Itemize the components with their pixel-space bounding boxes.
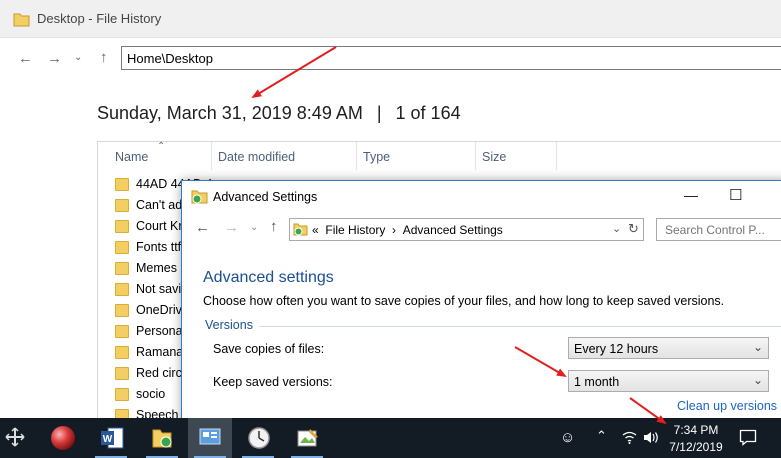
folder-icon <box>115 199 129 212</box>
folder-icon <box>115 178 129 191</box>
backup-date-header: Sunday, March 31, 2019 8:49 AM | 1 of 164 <box>97 103 461 124</box>
file-history-navbar: ← → ⌄ ↑ Home\Desktop <box>0 38 781 80</box>
keep-versions-value: 1 month <box>574 375 620 389</box>
column-header-date-modified[interactable]: Date modified <box>212 142 357 170</box>
breadcrumb-overflow[interactable]: « <box>312 223 319 237</box>
search-input[interactable] <box>657 219 781 240</box>
keep-versions-dropdown[interactable]: 1 month ⌄ <box>568 370 769 392</box>
column-header-name[interactable]: ⌃ Name <box>98 141 212 170</box>
move-cross-icon <box>5 427 25 447</box>
search-box[interactable] <box>656 218 781 241</box>
keep-versions-label: Keep saved versions: <box>213 375 333 389</box>
column-header-type[interactable]: Type <box>357 142 476 170</box>
folder-icon <box>115 367 129 380</box>
taskbar-item-app-red[interactable] <box>40 418 84 458</box>
advanced-settings-titlebar[interactable]: Advanced Settings — ☐ <box>182 181 781 212</box>
address-bar[interactable]: « File History › Advanced Settings ⌄ ↻ <box>289 218 644 241</box>
backup-position: 1 of 164 <box>395 103 461 123</box>
wifi-icon[interactable] <box>622 430 637 445</box>
folder-icon <box>115 283 129 296</box>
breadcrumb-separator-icon: › <box>392 223 397 237</box>
system-clock[interactable]: 7:34 PM 7/12/2019 <box>666 422 726 456</box>
backup-date-time: Sunday, March 31, 2019 8:49 AM <box>97 103 363 123</box>
save-copies-value: Every 12 hours <box>574 342 659 356</box>
folder-icon <box>115 346 129 359</box>
minimize-icon[interactable]: — <box>684 187 698 203</box>
taskbar-item-control-panel[interactable] <box>188 418 232 458</box>
breadcrumb: « File History › Advanced Settings <box>312 223 503 237</box>
chevron-down-icon: ⌄ <box>752 373 763 387</box>
file-history-icon <box>152 429 172 448</box>
screen: Desktop - File History ← → ⌄ ↑ Home\Desk… <box>0 0 781 458</box>
address-bar[interactable]: Home\Desktop <box>121 46 781 70</box>
breadcrumb-file-history[interactable]: File History <box>325 223 385 237</box>
forward-arrow-icon[interactable]: → <box>47 51 62 66</box>
refresh-icon[interactable]: ↻ <box>628 221 639 237</box>
volume-icon[interactable] <box>643 430 659 445</box>
taskbar-item-file-history[interactable] <box>140 418 184 458</box>
versions-group-label: Versions <box>205 318 253 332</box>
column-header-size[interactable]: Size <box>476 142 557 170</box>
back-arrow-icon[interactable]: ← <box>195 220 210 235</box>
save-copies-label: Save copies of files: <box>213 342 325 356</box>
recent-locations-chevron-icon[interactable]: ⌄ <box>74 53 82 63</box>
advanced-settings-navbar: ← → ⌄ ↑ « File History › Advanced Settin… <box>182 212 781 246</box>
chevron-down-icon: ⌄ <box>752 340 763 354</box>
group-divider <box>259 326 781 327</box>
taskbar-item-word[interactable]: W <box>89 418 133 458</box>
maximize-icon[interactable]: ☐ <box>729 186 742 204</box>
folder-icon <box>13 13 30 27</box>
clock-icon <box>248 427 270 449</box>
dialog-title: Advanced Settings <box>213 190 318 204</box>
folder-icon <box>115 241 129 254</box>
address-dropdown-chevron-icon[interactable]: ⌄ <box>612 222 621 235</box>
file-history-icon <box>191 190 208 204</box>
recent-locations-chevron-icon[interactable]: ⌄ <box>250 223 258 233</box>
clock-date: 7/12/2019 <box>669 440 723 454</box>
chevron-up-icon[interactable]: ⌃ <box>596 428 607 444</box>
window-title: Desktop - File History <box>37 11 162 26</box>
folder-icon <box>115 262 129 275</box>
breadcrumb-advanced-settings[interactable]: Advanced Settings <box>403 223 503 237</box>
save-copies-dropdown[interactable]: Every 12 hours ⌄ <box>568 337 769 359</box>
taskbar-item-clock-app[interactable] <box>236 418 280 458</box>
advanced-settings-window: Advanced Settings — ☐ ← → ⌄ ↑ « File His… <box>181 180 781 430</box>
file-history-icon <box>293 223 308 236</box>
taskbar-item-paint[interactable] <box>285 418 329 458</box>
sort-caret-icon: ⌃ <box>157 141 166 152</box>
clean-up-versions-link[interactable]: Clean up versions <box>677 399 777 413</box>
file-history-titlebar[interactable]: Desktop - File History <box>0 0 781 38</box>
address-text: Home\Desktop <box>127 51 213 66</box>
up-arrow-icon[interactable]: ↑ <box>270 219 278 234</box>
action-center-icon[interactable] <box>739 429 757 446</box>
back-arrow-icon[interactable]: ← <box>18 51 33 66</box>
folder-icon <box>115 220 129 233</box>
word-icon: W <box>101 427 124 449</box>
clock-time: 7:34 PM <box>673 423 719 437</box>
paint-icon <box>297 429 318 447</box>
up-arrow-icon[interactable]: ↑ <box>100 50 108 65</box>
red-ball-app-icon <box>51 426 75 450</box>
svg-text:W: W <box>103 434 113 445</box>
people-icon[interactable]: ☺ <box>560 429 575 446</box>
header-separator: | <box>376 103 382 123</box>
taskbar: W ☺ ⌃ 7:34 PM 7/12/2019 <box>0 418 781 458</box>
taskbar-item-move[interactable] <box>0 418 44 458</box>
folder-icon <box>115 388 129 401</box>
folder-icon <box>115 325 129 338</box>
page-description: Choose how often you want to save copies… <box>203 294 725 308</box>
page-title: Advanced settings <box>203 269 334 286</box>
forward-arrow-icon[interactable]: → <box>224 220 239 235</box>
folder-icon <box>115 304 129 317</box>
control-panel-icon <box>199 428 221 445</box>
